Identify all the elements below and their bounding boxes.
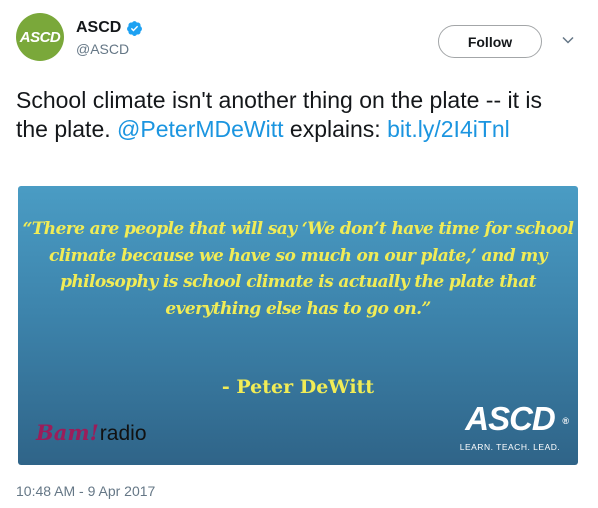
card-quote: “There are people that will say ‘We don’… <box>22 219 574 319</box>
ascd-tagline: LEARN. TEACH. LEAD. <box>459 442 561 452</box>
ascd-logo: ASCD ® LEARN. TEACH. LEAD. <box>456 400 569 453</box>
tweet-timestamp[interactable]: 10:48 AM - 9 Apr 2017 <box>16 483 155 499</box>
bam-radio-logo: Bam! radio <box>36 420 147 446</box>
tweet-text: School climate isn't another thing on th… <box>16 86 576 144</box>
url-link[interactable]: bit.ly/2I4iTnl <box>387 116 510 142</box>
avatar-text: ASCD <box>19 28 61 46</box>
ascd-logo-text: ASCD <box>465 400 556 437</box>
radio-logo-word: radio <box>99 422 147 445</box>
chevron-down-icon[interactable] <box>561 33 575 47</box>
mention-link[interactable]: @PeterMDeWitt <box>117 116 283 142</box>
display-name[interactable]: ASCD <box>76 19 121 37</box>
verified-badge-icon <box>127 20 143 36</box>
media-card[interactable]: “There are people that will say ‘We don’… <box>18 186 578 465</box>
account-handle[interactable]: @ASCD <box>76 41 129 57</box>
account-name-row[interactable]: ASCD <box>76 19 143 37</box>
ascd-logo-word: ASCD ® <box>456 400 569 437</box>
card-attribution: - Peter DeWitt <box>221 376 375 398</box>
tweet-text-part: explains: <box>283 116 388 142</box>
follow-button[interactable]: Follow <box>438 25 542 58</box>
bam-logo-word: Bam! <box>36 420 99 445</box>
registered-mark-icon: ® <box>562 416 569 426</box>
avatar[interactable]: ASCD <box>16 13 64 61</box>
